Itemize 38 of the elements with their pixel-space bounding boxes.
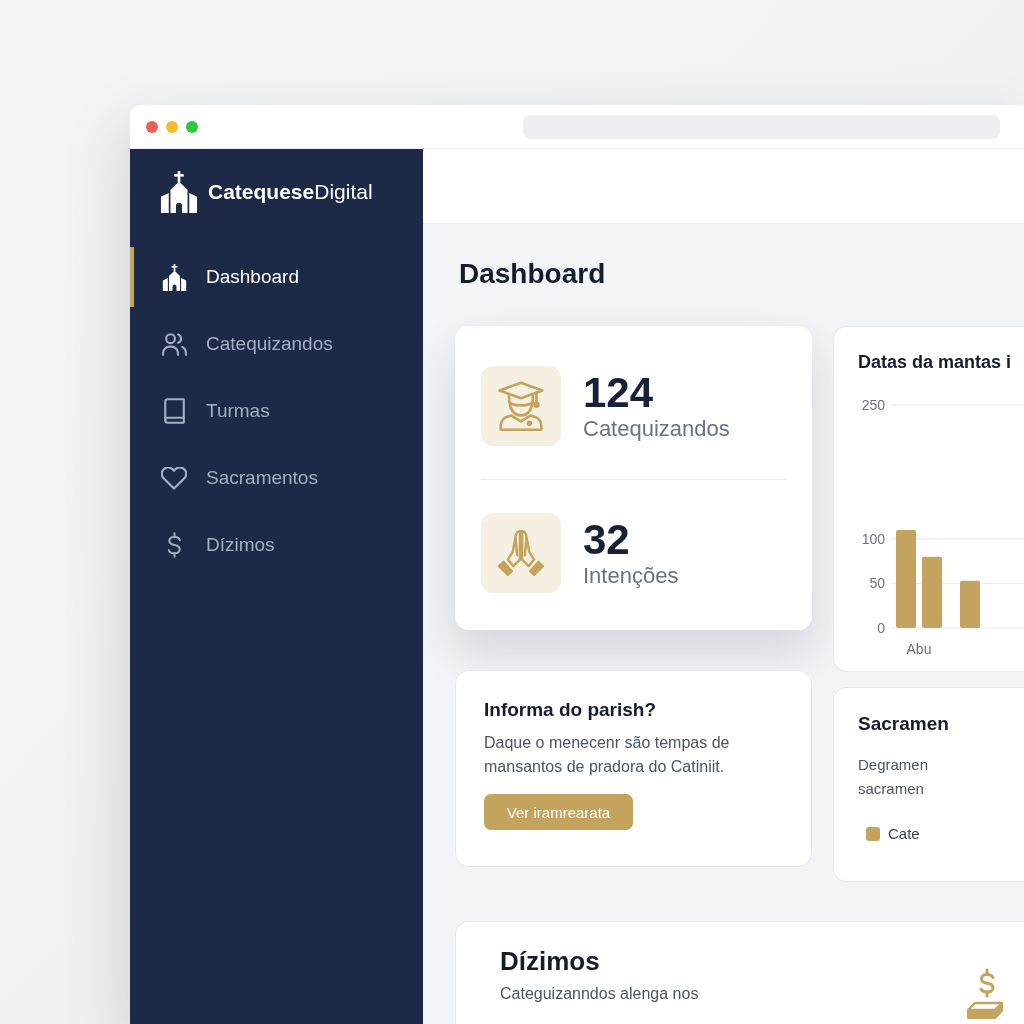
dollar-tray-icon: [966, 968, 1004, 1020]
axis-label: 0: [877, 620, 885, 636]
people-icon: [161, 332, 187, 356]
card-title: Sacramen: [858, 712, 950, 735]
book-icon: [163, 398, 185, 424]
church-icon: [161, 263, 187, 291]
stat-value: 32: [583, 517, 631, 563]
stat-value: 124: [583, 370, 655, 416]
category-label: Abu: [906, 641, 932, 657]
card-text: Degramen: [858, 755, 930, 775]
close-icon[interactable]: [146, 120, 158, 133]
church-icon: [160, 171, 198, 213]
zoom-icon[interactable]: [186, 120, 198, 133]
card-title: Dízimos: [500, 946, 601, 976]
page-title: Dashboard: [459, 257, 607, 291]
card-text: sacramen: [858, 779, 925, 799]
nav-item[interactable]: Turmas: [130, 381, 423, 441]
chart-bar: [922, 556, 942, 628]
nav-item[interactable]: Catequizandos: [130, 314, 423, 374]
minimize-icon[interactable]: [166, 120, 178, 133]
nav-item[interactable]: Sacramentos: [130, 448, 423, 508]
praying-hands-icon: [481, 513, 561, 593]
nav-item[interactable]: Dízimos: [130, 515, 423, 575]
axis-label: 100: [861, 530, 885, 547]
brand-name: CatequeseDigital: [208, 180, 373, 204]
dollar-icon: [167, 532, 181, 558]
chart-bar: [960, 580, 980, 628]
stat-label: Intenções: [583, 563, 679, 589]
axis-label: 250: [861, 397, 885, 413]
legend-label: Cate: [888, 824, 920, 844]
heart-icon: [161, 466, 187, 490]
card-text: Daque o menecenr são tempas de mansantos de pradora do Catiniit.: [484, 733, 731, 777]
graduate-icon: [481, 366, 561, 446]
chart-title: Datas da mantas i: [858, 351, 1013, 373]
card-title: Informa do parish?: [484, 698, 658, 721]
card-text: Categuizanndos alenga nos: [500, 984, 700, 1003]
stat-label: Catequizandos: [583, 416, 730, 442]
axis-label: 50: [869, 575, 885, 592]
